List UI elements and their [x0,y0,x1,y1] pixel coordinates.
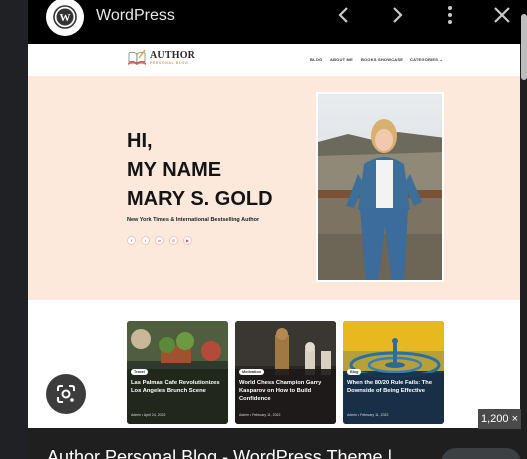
svg-text:W: W [60,12,71,24]
linkedin-icon[interactable]: in [155,236,164,245]
hero-line: HI, [127,130,153,152]
scrollbar[interactable] [521,14,527,80]
social-links: f t in ◎ ▶ [127,236,192,245]
menu-item-about[interactable]: ABOUT ME [330,57,353,62]
preview-image: AUTHOR PERSONAL BLOG BLOG ABOUT ME BOOKS… [28,44,520,428]
author-photo [316,92,444,282]
site-logo-tagline: PERSONAL BLOG [150,61,189,65]
menu-item-books[interactable]: BOOKS SHOWCASE [361,57,403,62]
site-header: AUTHOR PERSONAL BLOG BLOG ABOUT ME BOOKS… [28,44,520,76]
card-tag[interactable]: Motivation [239,369,264,375]
result-title[interactable]: Author Personal Blog - WordPress Theme | [47,447,392,459]
blog-card[interactable]: Travel Las Palmas Cafe Revolutionizes Lo… [127,321,228,424]
more-vert-icon[interactable] [439,4,461,26]
hero-section: HI, MY NAME MARY S. GOLD New York Times … [28,76,520,300]
image-size-badge: 1,200 × [478,409,522,429]
image-viewer: W WordPress AUTHOR PERSONAL BLOG BLOG AB… [0,0,527,459]
twitter-icon[interactable]: t [141,236,150,245]
facebook-icon[interactable]: f [127,236,136,245]
hero-line: MY NAME [127,159,222,181]
menu-item-categories[interactable]: CATEGORIES ⌄ [410,57,443,62]
chevron-right-icon[interactable] [386,4,408,26]
hero-heading: HI, MY NAME MARY S. GOLD [127,127,273,214]
blog-card[interactable]: Motivation World Chess Champion Garry Ka… [235,321,336,424]
card-meta: Admin • February 11, 2022 [239,413,281,417]
card-title[interactable]: World Chess Champion Garry Kasparov on H… [239,379,333,403]
card-meta: Admin • February 11, 2022 [347,413,389,417]
blog-cards: Travel Las Palmas Cafe Revolutionizes Lo… [28,300,520,428]
card-meta: Admin • April 24, 2022 [131,413,166,417]
card-tag[interactable]: Blog [347,369,362,375]
blog-card[interactable]: Blog When the 80/20 Rule Fails: The Down… [343,321,444,424]
close-icon[interactable] [491,4,513,26]
left-panel-edge [0,0,28,459]
hero-subtitle: New York Times & International Bestselli… [127,217,260,223]
hero-line: MARY S. GOLD [127,188,273,210]
menu-item-blog[interactable]: BLOG [310,57,322,62]
google-lens-icon[interactable] [46,374,86,414]
visit-button[interactable] [441,448,521,459]
site-logo-name[interactable]: AUTHOR [150,50,195,61]
youtube-icon[interactable]: ▶ [183,236,192,245]
instagram-icon[interactable]: ◎ [169,236,178,245]
card-title[interactable]: Las Palmas Cafe Revolutionizes Los Angel… [131,379,225,395]
card-title[interactable]: When the 80/20 Rule Fails: The Downside … [347,379,441,395]
book-logo-icon [127,49,147,67]
chevron-left-icon[interactable] [333,4,355,26]
app-title: WordPress [96,7,175,24]
card-tag[interactable]: Travel [131,369,148,375]
